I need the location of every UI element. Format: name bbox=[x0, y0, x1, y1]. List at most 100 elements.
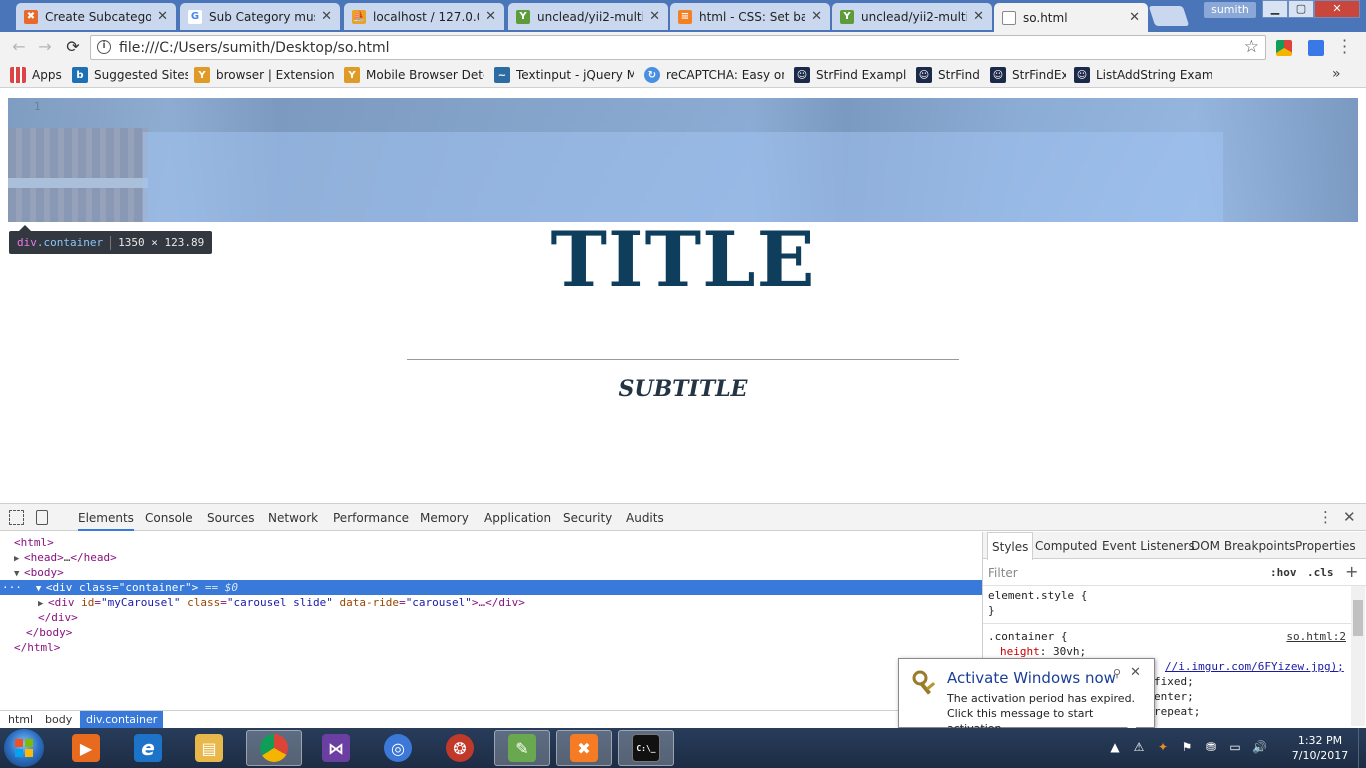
bookmark-recaptcha[interactable]: ↻ reCAPTCHA: Easy on bbox=[644, 67, 784, 83]
tab-create-subcategory[interactable]: ✖ Create Subcategory ✕ bbox=[16, 3, 176, 30]
tab-elements[interactable]: Elements bbox=[78, 504, 134, 531]
bookmark-suggested-sites[interactable]: b Suggested Sites bbox=[72, 67, 188, 83]
activation-title[interactable]: Activate Windows now bbox=[947, 669, 1116, 687]
source-link[interactable]: so.html:2 bbox=[1286, 629, 1346, 644]
taskbar-notepad-plus[interactable]: ✎ bbox=[494, 730, 550, 766]
pin-icon[interactable]: ⚲ bbox=[1113, 667, 1121, 680]
close-icon[interactable]: ✕ bbox=[1129, 10, 1140, 25]
user-profile-button[interactable]: sumith bbox=[1204, 2, 1256, 18]
close-icon[interactable]: ✕ bbox=[1130, 665, 1141, 680]
inspect-element-icon[interactable] bbox=[9, 510, 24, 525]
dom-node-div-close[interactable]: </div> bbox=[0, 610, 982, 625]
tab-unclead-1[interactable]: Y unclead/yii2-multip ✕ bbox=[508, 3, 668, 30]
avast-icon[interactable]: ✦ bbox=[1156, 740, 1170, 754]
reload-button[interactable]: ⟳ bbox=[62, 37, 84, 57]
dom-node-div-container[interactable]: ··· ▼ <div class="container"> == $0 bbox=[0, 580, 982, 595]
tab-security[interactable]: Security bbox=[563, 504, 612, 531]
new-style-rule-icon[interactable]: + bbox=[1345, 562, 1358, 581]
address-url[interactable]: file:///C:/Users/sumith/Desktop/so.html bbox=[119, 40, 390, 56]
tab-localhost[interactable]: ⛵ localhost / 127.0.0.1 ✕ bbox=[344, 3, 504, 30]
tab-performance[interactable]: Performance bbox=[333, 504, 409, 531]
close-icon[interactable]: ✕ bbox=[321, 9, 332, 24]
close-icon[interactable]: ✕ bbox=[811, 9, 822, 24]
tab-styles[interactable]: Styles bbox=[987, 532, 1034, 560]
tab-application[interactable]: Application bbox=[484, 504, 551, 531]
dom-node-div-carousel[interactable]: ▶ <div id="myCarousel" class="carousel sl… bbox=[0, 595, 982, 610]
bookmark-browser-extension[interactable]: Y browser | Extension | bbox=[194, 67, 334, 83]
tab-sources[interactable]: Sources bbox=[207, 504, 254, 531]
browser-menu-icon[interactable]: · · · bbox=[1342, 33, 1348, 61]
tab-console[interactable]: Console bbox=[145, 504, 193, 531]
volume-icon[interactable]: 🔊 bbox=[1252, 740, 1267, 754]
tab-audits[interactable]: Audits bbox=[626, 504, 664, 531]
devtools-menu-icon[interactable]: ⋮ bbox=[1318, 508, 1333, 526]
styles-scrollbar[interactable] bbox=[1351, 586, 1365, 726]
taskbar-clock[interactable]: 1:32 PM 7/10/2017 bbox=[1285, 733, 1355, 763]
taskbar-xampp[interactable]: ✖ bbox=[556, 730, 612, 766]
tab-so-html[interactable]: so.html ✕ bbox=[994, 3, 1148, 32]
dom-node-body[interactable]: ▼ <body> bbox=[0, 565, 982, 580]
address-bar[interactable]: i file:///C:/Users/sumith/Desktop/so.htm… bbox=[90, 35, 1266, 60]
warning-icon[interactable]: ⚠ bbox=[1132, 740, 1146, 754]
bookmark-strfindex[interactable]: ☺ StrFindEx bbox=[990, 67, 1066, 83]
scrollbar-thumb[interactable] bbox=[1353, 600, 1363, 636]
bookmark-strfind[interactable]: ☺ StrFind bbox=[916, 67, 980, 83]
maximize-button[interactable]: ▢ bbox=[1288, 0, 1314, 18]
cls-toggle-button[interactable]: .cls bbox=[1307, 566, 1334, 579]
taskbar-internet-explorer[interactable]: e bbox=[120, 730, 176, 766]
tab-properties[interactable]: Properties bbox=[1295, 532, 1356, 559]
dom-node-html[interactable]: <html> bbox=[0, 535, 982, 550]
tab-computed[interactable]: Computed bbox=[1035, 532, 1097, 559]
taskbar-chrome[interactable] bbox=[246, 730, 302, 766]
info-icon[interactable]: i bbox=[97, 40, 111, 54]
start-button[interactable] bbox=[4, 729, 44, 767]
breadcrumb-html[interactable]: html bbox=[2, 711, 39, 729]
extension-icon[interactable] bbox=[1308, 40, 1324, 56]
usb-device-icon[interactable]: ⛃ bbox=[1204, 740, 1218, 754]
css-declaration-height[interactable]: height: 30vh; bbox=[988, 644, 1348, 659]
minimize-button[interactable]: ▁ bbox=[1262, 0, 1288, 18]
forward-button[interactable]: → bbox=[34, 37, 56, 57]
tab-network[interactable]: Network bbox=[268, 504, 318, 531]
bookmark-star-icon[interactable]: ☆ bbox=[1244, 37, 1259, 57]
bookmark-apps[interactable]: Apps bbox=[10, 67, 66, 83]
window-close-button[interactable]: ✕ bbox=[1314, 0, 1360, 18]
network-icon[interactable]: ▭ bbox=[1228, 740, 1242, 754]
show-hidden-icons-icon[interactable]: ▲ bbox=[1108, 740, 1122, 754]
dom-node-head[interactable]: ▶ <head>…</head> bbox=[0, 550, 982, 565]
close-icon[interactable]: ✕ bbox=[485, 9, 496, 24]
close-icon[interactable]: ✕ bbox=[157, 9, 168, 24]
taskbar-file-explorer[interactable]: ▤ bbox=[181, 730, 237, 766]
taskbar-command-prompt[interactable]: C:\_ bbox=[618, 730, 674, 766]
css-url-link[interactable]: //i.imgur.com/6FYizew.jpg); bbox=[1165, 660, 1344, 673]
styles-filter[interactable]: Filter :hov .cls + bbox=[983, 560, 1366, 586]
bookmark-strfind-example[interactable]: ☺ StrFind Example bbox=[794, 67, 906, 83]
show-desktop-button[interactable] bbox=[1358, 728, 1366, 768]
hov-toggle-button[interactable]: :hov bbox=[1270, 566, 1297, 579]
breadcrumb-div-container[interactable]: div.container bbox=[80, 711, 164, 729]
new-tab-button[interactable] bbox=[1148, 6, 1190, 26]
more-actions-icon[interactable]: ··· bbox=[2, 581, 22, 594]
dom-node-html-close[interactable]: </html> bbox=[0, 640, 982, 655]
taskbar-red-app[interactable]: ❂ bbox=[432, 730, 488, 766]
dom-node-body-close[interactable]: </body> bbox=[0, 625, 982, 640]
device-toolbar-icon[interactable] bbox=[36, 510, 48, 525]
bookmark-textinput-jquery[interactable]: ~ Textinput - jQuery M bbox=[494, 67, 634, 83]
breadcrumb-body[interactable]: body bbox=[39, 711, 78, 729]
devtools-close-icon[interactable]: ✕ bbox=[1343, 508, 1356, 526]
activate-windows-notification[interactable]: Activate Windows now The activation peri… bbox=[898, 658, 1155, 736]
tab-unclead-2[interactable]: Y unclead/yii2-multip ✕ bbox=[832, 3, 992, 30]
close-icon[interactable]: ✕ bbox=[973, 9, 984, 24]
tab-sub-category[interactable]: G Sub Category must ✕ bbox=[180, 3, 340, 30]
bookmarks-overflow-icon[interactable]: » bbox=[1332, 66, 1341, 82]
tab-memory[interactable]: Memory bbox=[420, 504, 469, 531]
tab-dom-breakpoints[interactable]: DOM Breakpoints bbox=[1191, 532, 1295, 559]
taskbar-visual-studio[interactable]: ⋈ bbox=[308, 730, 364, 766]
filter-input[interactable]: Filter bbox=[988, 566, 1018, 580]
back-button[interactable]: ← bbox=[8, 37, 30, 57]
action-center-flag-icon[interactable]: ⚑ bbox=[1180, 740, 1194, 754]
elements-tree[interactable]: <html> ▶ <head>…</head> ▼ <body> ··· ▼ <div … bbox=[0, 532, 982, 710]
tab-event-listeners[interactable]: Event Listeners bbox=[1102, 532, 1195, 559]
bookmark-mobile-browser[interactable]: Y Mobile Browser Dete bbox=[344, 67, 484, 83]
extension-icon[interactable] bbox=[1276, 40, 1292, 56]
